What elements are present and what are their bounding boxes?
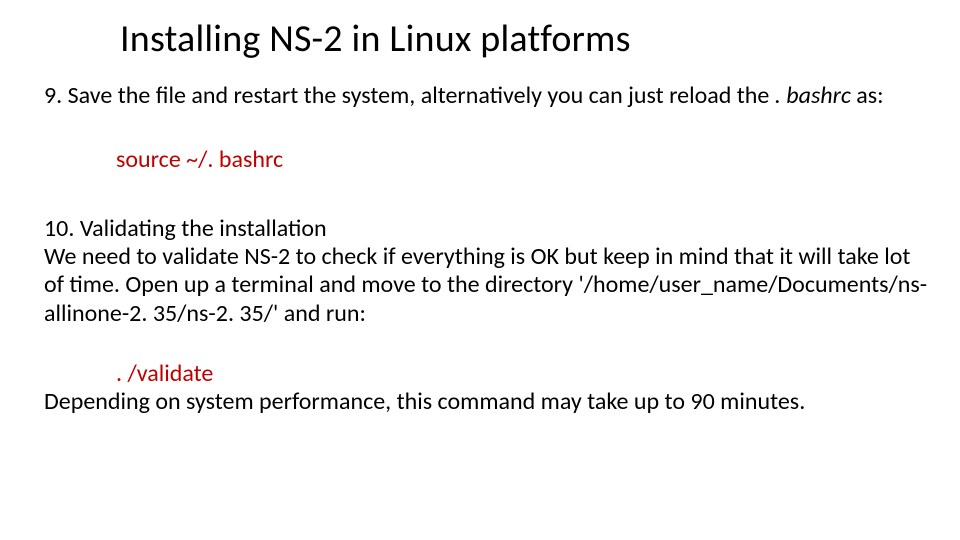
- slide-body: 9. Save the file and restart the system,…: [44, 82, 930, 417]
- slide: Installing NS-2 in Linux platforms 9. Sa…: [0, 0, 960, 540]
- bashrc-filename: . bashrc: [775, 81, 851, 110]
- spacer: [44, 328, 930, 360]
- spacer: [44, 110, 930, 146]
- step-10-heading: 10. Validating the installation: [44, 215, 930, 243]
- step-9-text: 9. Save the file and restart the system,…: [44, 82, 930, 110]
- step-9-line1: 9. Save the file and restart the system,…: [44, 81, 769, 110]
- step-10-command: . /validate: [44, 360, 930, 388]
- step-10-closing: Depending on system performance, this co…: [44, 388, 930, 416]
- step-9-as: as:: [851, 81, 884, 110]
- step-9-command: source ~/. bashrc: [44, 146, 930, 174]
- slide-title: Installing NS-2 in Linux platforms: [120, 16, 631, 62]
- step-10-body: We need to validate NS-2 to check if eve…: [44, 243, 930, 328]
- spacer: [44, 175, 930, 215]
